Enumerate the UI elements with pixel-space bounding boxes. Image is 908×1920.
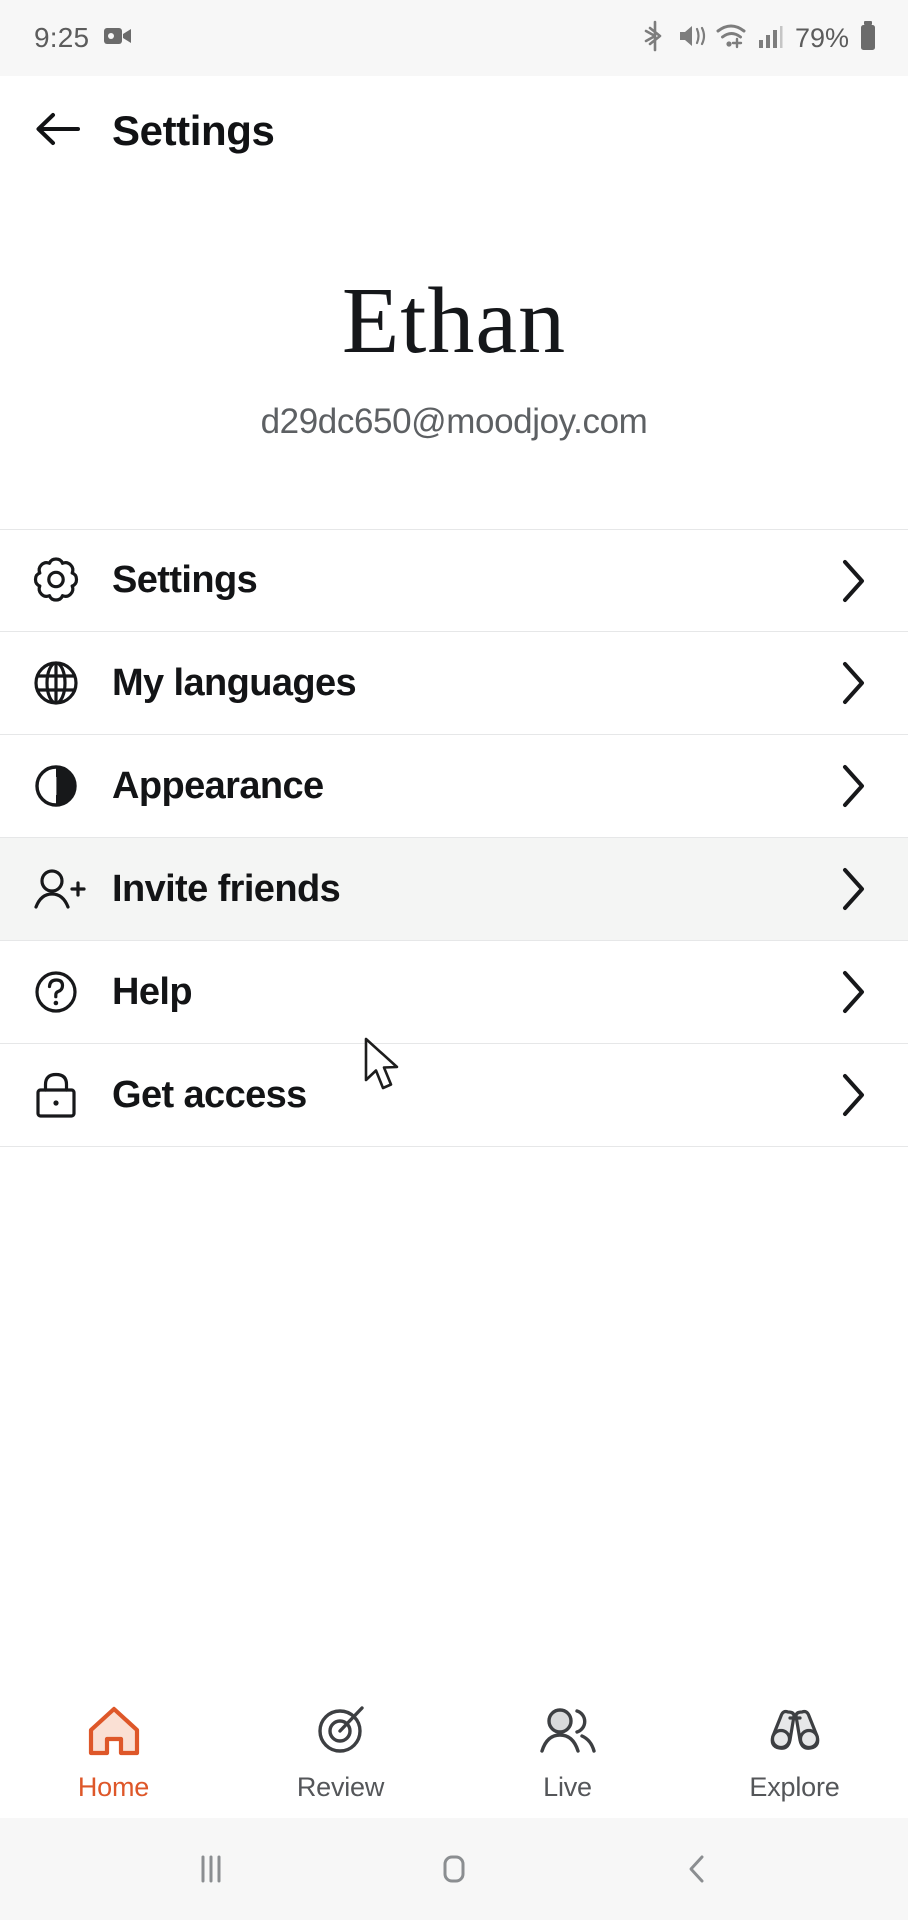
menu-item-label: Invite friends [112,867,341,910]
menu-item-label: Settings [112,559,258,601]
phone-screen: 9:25 79% Settings Ethan d29dc650@moodjoy… [0,0,908,1920]
binoculars-icon [764,1703,826,1764]
gear-icon [30,555,100,607]
video-camera-icon [103,24,133,53]
question-circle-icon [30,966,100,1018]
nav-tab-explore[interactable]: Explore [681,1703,908,1803]
nav-tab-label: Review [296,1772,385,1802]
nav-tab-review[interactable]: Review [227,1703,454,1803]
status-bar-clock: 9:25 [34,22,90,53]
people-icon [535,1703,601,1764]
chevron-right-icon [836,658,870,708]
menu-item-my-languages[interactable]: My languages [0,632,908,735]
lock-icon [30,1069,100,1121]
home-square-icon[interactable] [409,1834,499,1904]
contrast-icon [30,760,100,812]
bluetooth-icon [642,20,668,57]
chevron-right-icon [836,864,870,914]
menu-item-settings[interactable]: Settings [0,529,908,632]
status-bar-left: 9:25 [34,22,133,54]
menu-item-label: My languages [112,661,357,704]
chevron-right-icon [836,967,870,1017]
nav-tab-label: Live [543,1772,592,1802]
menu-item-help[interactable]: Help [0,941,908,1044]
back-chevron-icon[interactable] [652,1834,742,1904]
android-system-nav [0,1818,908,1920]
globe-icon [30,657,100,709]
chevron-right-icon [836,761,870,811]
profile-section: Ethan d29dc650@moodjoy.com [0,186,908,442]
battery-icon [858,20,878,57]
menu-item-invite-friends[interactable]: Invite friends [0,838,908,941]
status-bar: 9:25 79% [0,0,908,76]
page-title: Settings [112,107,275,154]
menu-item-appearance[interactable]: Appearance [0,735,908,838]
profile-email: d29dc650@moodjoy.com [260,402,648,441]
chevron-right-icon [836,556,870,606]
app-bar: Settings [0,76,908,186]
profile-name: Ethan [341,269,567,373]
settings-menu-list: Settings My languages Appearance Invite … [0,529,908,1147]
battery-percent-label: 79% [794,22,849,53]
mute-vibrate-icon [677,21,707,56]
house-icon [83,1703,145,1764]
cellular-signal-icon [757,22,783,55]
nav-tab-label: Home [77,1772,150,1802]
nav-tab-home[interactable]: Home [0,1703,227,1803]
chevron-right-icon [836,1070,870,1120]
menu-item-label: Get access [112,1073,307,1116]
menu-item-label: Appearance [112,764,324,807]
menu-item-get-access[interactable]: Get access [0,1044,908,1147]
arrow-left-icon [34,109,82,154]
nav-tab-label: Explore [749,1772,840,1802]
back-button[interactable] [30,103,86,159]
nav-tab-live[interactable]: Live [454,1703,681,1803]
user-plus-icon [30,863,100,915]
bottom-navigation-bar: Home Review Live Explore [0,1688,908,1818]
recents-icon[interactable] [166,1834,256,1904]
wifi-icon [716,22,748,55]
target-icon [310,1703,372,1764]
menu-item-label: Help [112,970,193,1013]
status-bar-right: 79% [642,20,878,57]
